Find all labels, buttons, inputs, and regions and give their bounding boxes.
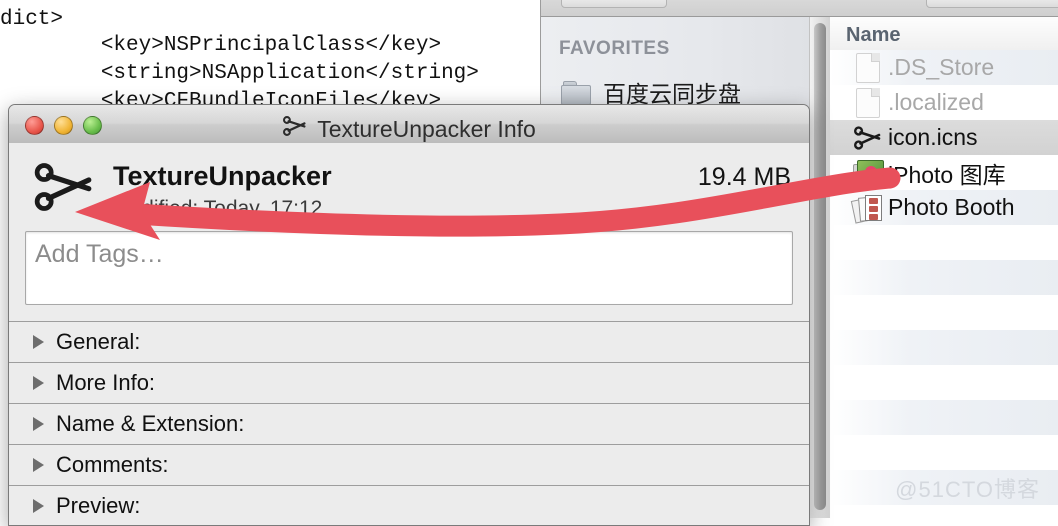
code-line: dict> <box>0 8 64 31</box>
table-row[interactable]: iPhoto 图库 <box>830 155 1058 190</box>
file-list-header: Name <box>830 17 1058 51</box>
table-row-empty <box>830 435 1058 470</box>
table-row-empty <box>830 260 1058 295</box>
window-title: TextureUnpacker Info <box>9 114 809 144</box>
table-row[interactable]: .DS_Store <box>830 50 1058 85</box>
section-label: Comments: <box>56 452 169 477</box>
scissors-icon <box>848 124 888 152</box>
get-info-window[interactable]: TextureUnpacker Info TextureUnpacker 19.… <box>8 104 810 526</box>
table-row-empty <box>830 365 1058 400</box>
toolbar-button-group-right[interactable] <box>926 0 1058 8</box>
column-header-name: Name <box>846 24 901 46</box>
window-title-bar[interactable]: TextureUnpacker Info <box>9 105 809 144</box>
watermark: @51CTO博客 <box>895 477 1040 502</box>
section-comments[interactable]: Comments: <box>9 444 809 485</box>
table-row-empty <box>830 400 1058 435</box>
finder-toolbar <box>541 0 1058 17</box>
section-preview[interactable]: Preview: <box>9 485 809 525</box>
info-header: TextureUnpacker 19.4 MB Modified: Today,… <box>9 143 809 223</box>
blank-document-icon <box>848 52 888 83</box>
code-line: <key>NSPrincipalClass</key> <box>0 34 442 57</box>
finder-scrollbar[interactable] <box>809 17 831 518</box>
info-sections: General: More Info: Name & Extension: Co… <box>9 321 809 525</box>
chevron-right-icon <box>33 417 44 431</box>
file-name: icon.icns <box>888 124 978 150</box>
file-size: 19.4 MB <box>697 163 791 191</box>
blank-document-icon <box>848 87 888 118</box>
table-row[interactable]: icon.icns <box>830 120 1058 155</box>
section-more-info[interactable]: More Info: <box>9 362 809 403</box>
chevron-right-icon <box>33 335 44 349</box>
window-title-text: TextureUnpacker Info <box>317 115 536 142</box>
modified-date: Modified: Today, 17:12 <box>113 197 323 220</box>
chevron-right-icon <box>33 499 44 513</box>
tags-input[interactable]: Add Tags… <box>25 231 793 305</box>
folder-icon <box>561 80 591 105</box>
finder-file-list[interactable]: Name .DS_Store .localized icon.icns iPho… <box>830 17 1058 518</box>
section-label: Name & Extension: <box>56 411 245 436</box>
section-label: General: <box>56 329 141 354</box>
chevron-right-icon <box>33 458 44 472</box>
file-name: .DS_Store <box>888 54 995 80</box>
app-name: TextureUnpacker <box>113 161 332 191</box>
file-name: Photo Booth <box>888 194 1015 220</box>
file-name: .localized <box>888 89 984 115</box>
scissors-icon <box>282 114 308 144</box>
chevron-right-icon <box>33 376 44 390</box>
table-row-empty <box>830 295 1058 330</box>
table-row[interactable]: Photo Booth <box>830 190 1058 225</box>
section-general[interactable]: General: <box>9 321 809 362</box>
section-name-and-extension[interactable]: Name & Extension: <box>9 403 809 444</box>
photo-booth-icon <box>848 194 888 224</box>
table-row-empty <box>830 330 1058 365</box>
section-label: More Info: <box>56 370 156 395</box>
table-row[interactable]: .localized <box>830 85 1058 120</box>
iphoto-icon <box>848 159 888 186</box>
scrollbar-thumb[interactable] <box>814 23 826 510</box>
toolbar-button-group-left[interactable] <box>561 0 667 8</box>
info-window-body: TextureUnpacker 19.4 MB Modified: Today,… <box>9 143 809 525</box>
text-editor-background: </dict> dict> <key>NSPrincipalClass</key… <box>0 0 560 110</box>
sidebar-section-favorites: FAVORITES <box>559 38 670 59</box>
section-label: Preview: <box>56 493 141 518</box>
scissors-icon <box>33 157 95 217</box>
tags-placeholder: Add Tags… <box>35 240 164 268</box>
code-line: <string>NSApplication</string> <box>0 62 479 85</box>
file-name: iPhoto 图库 <box>888 161 1006 188</box>
table-row-empty <box>830 225 1058 260</box>
